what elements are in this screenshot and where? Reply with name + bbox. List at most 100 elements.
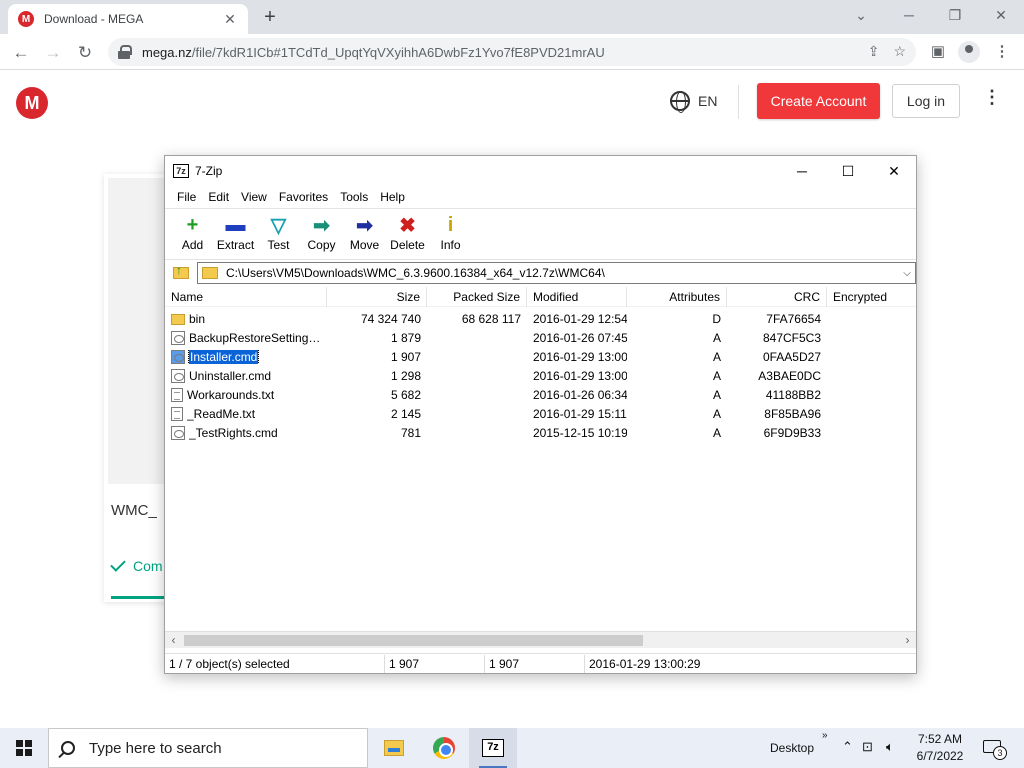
file-name-cell: bin bbox=[165, 312, 327, 326]
menu-favorites[interactable]: Favorites bbox=[273, 190, 334, 204]
file-row[interactable]: Workarounds.txt 5 682 2016-01-26 06:34 A 411… bbox=[165, 385, 916, 404]
globe-icon bbox=[670, 91, 690, 113]
desktop-toolbar-label[interactable]: Desktop bbox=[770, 741, 814, 755]
profile-avatar-icon[interactable] bbox=[958, 41, 980, 63]
file-modified: 2015-12-15 10:19 bbox=[533, 425, 627, 440]
restore-icon[interactable]: ❐ bbox=[932, 4, 978, 26]
download-status: Com bbox=[110, 556, 163, 574]
taskbar-search[interactable]: Type here to search bbox=[48, 728, 368, 768]
start-button[interactable] bbox=[0, 728, 48, 768]
network-icon[interactable]: ⊡ bbox=[862, 739, 873, 755]
7zip-minimize-icon[interactable]: ─ bbox=[779, 156, 825, 186]
taskbar-7zip[interactable]: 7z bbox=[469, 728, 517, 768]
file-row[interactable]: BackupRestoreSettings.... 1 879 2016-01-26… bbox=[165, 328, 916, 347]
menu-view[interactable]: View bbox=[235, 190, 273, 204]
lock-icon[interactable] bbox=[118, 45, 132, 59]
header-divider bbox=[738, 85, 739, 119]
7zip-titlebar[interactable]: 7z 7-Zip ─ ☐ ✕ bbox=[165, 156, 916, 186]
taskbar-clock[interactable]: 7:52 AM 6/7/2022 bbox=[912, 731, 968, 765]
tool-test-button[interactable]: ▽ Test bbox=[257, 209, 300, 259]
clock-time: 7:52 AM bbox=[917, 732, 963, 746]
file-row[interactable]: Uninstaller.cmd 1 298 2016-01-29 13:00 A A3B… bbox=[165, 366, 916, 385]
taskbar-chrome[interactable] bbox=[420, 728, 468, 768]
7zip-path-field[interactable]: C:\Users\VM5\Downloads\WMC_6.3.9600.1638… bbox=[197, 262, 916, 284]
file-row[interactable]: _TestRights.cmd 781 2015-12-15 10:19 A 6F9D9… bbox=[165, 423, 916, 442]
file-row[interactable]: Installer.cmd 1 907 2016-01-29 13:00 A 0FAA5… bbox=[165, 347, 916, 366]
language-selector[interactable]: EN bbox=[670, 91, 717, 113]
file-modified: 2016-01-29 13:00 bbox=[533, 349, 627, 364]
7zip-maximize-icon[interactable]: ☐ bbox=[825, 156, 871, 186]
7zip-app-icon: 7z bbox=[173, 164, 189, 178]
scroll-right-icon[interactable]: › bbox=[899, 632, 916, 649]
notification-center-button[interactable]: 3 bbox=[983, 738, 1007, 760]
tool-label: Test bbox=[267, 238, 290, 252]
bookmark-star-icon[interactable]: ☆ bbox=[893, 43, 906, 60]
chrome-menu-icon[interactable]: ⋮ bbox=[990, 40, 1014, 64]
back-arrow-icon[interactable]: ← bbox=[8, 40, 34, 66]
notification-count: 3 bbox=[993, 746, 1007, 760]
file-crc: 0FAA5D27 bbox=[762, 349, 821, 364]
file-size: 74 324 740 bbox=[360, 311, 421, 326]
column-packed-size[interactable]: Packed Size bbox=[427, 287, 527, 307]
menu-tools[interactable]: Tools bbox=[334, 190, 374, 204]
folder-icon bbox=[171, 313, 185, 325]
tool-info-button[interactable]: i Info bbox=[429, 209, 472, 259]
column-crc[interactable]: CRC bbox=[727, 287, 827, 307]
create-account-button[interactable]: Create Account bbox=[757, 83, 880, 119]
chevron-down-icon[interactable]: ⌄ bbox=[838, 4, 884, 26]
file-name: _TestRights.cmd bbox=[189, 425, 278, 440]
chevron-down-icon[interactable]: ⌵ bbox=[899, 268, 915, 279]
menu-file[interactable]: File bbox=[171, 190, 202, 204]
up-folder-button[interactable] bbox=[169, 262, 193, 284]
tray-overflow-icon[interactable]: ⌃ bbox=[842, 739, 853, 755]
menu-edit[interactable]: Edit bbox=[202, 190, 235, 204]
column-attributes[interactable]: Attributes bbox=[627, 287, 727, 307]
file-row[interactable]: bin 74 324 740 68 628 117 2016-01-29 12:54 D… bbox=[165, 309, 916, 328]
tool-extract-button[interactable]: ▬ Extract bbox=[214, 209, 257, 259]
file-crc: 6F9D9B33 bbox=[763, 425, 821, 440]
login-button[interactable]: Log in bbox=[892, 84, 960, 118]
clock-date: 6/7/2022 bbox=[916, 749, 964, 763]
forward-arrow-icon[interactable]: → bbox=[40, 40, 66, 66]
taskbar-file-explorer[interactable] bbox=[370, 728, 418, 768]
file-size: 1 907 bbox=[390, 349, 421, 364]
double-chevron-icon[interactable]: » bbox=[822, 730, 828, 741]
tool-move-button[interactable]: ➡ Move bbox=[343, 209, 386, 259]
file-name-cell: Workarounds.txt bbox=[165, 387, 327, 402]
reload-icon[interactable]: ↻ bbox=[72, 40, 98, 66]
tool-add-button[interactable]: + Add bbox=[171, 209, 214, 259]
minimize-icon[interactable]: ─ bbox=[886, 4, 932, 26]
up-folder-icon bbox=[173, 263, 189, 279]
horizontal-scrollbar[interactable]: ‹ › bbox=[165, 631, 916, 648]
column-size[interactable]: Size bbox=[327, 287, 427, 307]
7zip-close-icon[interactable]: ✕ bbox=[871, 156, 917, 186]
column-modified[interactable]: Modified bbox=[527, 287, 627, 307]
tab-close-icon[interactable]: ✕ bbox=[222, 11, 238, 28]
column-encrypted[interactable]: Encrypted bbox=[827, 287, 916, 307]
column-name[interactable]: Name bbox=[165, 287, 327, 307]
file-size: 1 298 bbox=[390, 368, 421, 383]
status-modified: 2016-01-29 13:00:29 bbox=[589, 656, 701, 671]
7zip-address-row: C:\Users\VM5\Downloads\WMC_6.3.9600.1638… bbox=[165, 261, 916, 285]
menu-help[interactable]: Help bbox=[374, 190, 411, 204]
browser-tab[interactable]: M Download - MEGA ✕ bbox=[8, 4, 248, 34]
share-icon[interactable]: ⇪ bbox=[868, 43, 880, 60]
scroll-left-icon[interactable]: ‹ bbox=[165, 632, 182, 649]
tool-label: Extract bbox=[216, 238, 255, 252]
scrollbar-thumb[interactable] bbox=[184, 635, 643, 646]
close-window-icon[interactable]: ✕ bbox=[978, 4, 1024, 26]
side-panel-icon[interactable]: ▣ bbox=[926, 40, 950, 64]
tool-copy-button[interactable]: ➡ Copy bbox=[300, 209, 343, 259]
file-row[interactable]: _ReadMe.txt 2 145 2016-01-29 15:11 A 8F85BA9… bbox=[165, 404, 916, 423]
new-tab-button[interactable]: + bbox=[258, 6, 282, 28]
mega-logo[interactable]: M bbox=[16, 87, 48, 119]
copy-icon: ➡ bbox=[313, 214, 330, 237]
tab-title: Download - MEGA bbox=[44, 12, 144, 26]
file-modified: 2016-01-29 13:00 bbox=[533, 368, 627, 383]
volume-icon[interactable]: 🔈︎ bbox=[886, 739, 894, 755]
7zip-toolbar: + Add ▬ Extract ▽ Test ➡ Copy ➡ Move ✖ Delete i Info bbox=[165, 208, 916, 260]
file-modified: 2016-01-29 12:54 bbox=[533, 311, 627, 326]
tool-delete-button[interactable]: ✖ Delete bbox=[386, 209, 429, 259]
more-options-icon[interactable]: ⋮ bbox=[982, 88, 1002, 113]
address-bar[interactable]: mega.nz/file/7kdR1ICb#1TCdTd_UpqtYqVXyih… bbox=[108, 38, 916, 66]
